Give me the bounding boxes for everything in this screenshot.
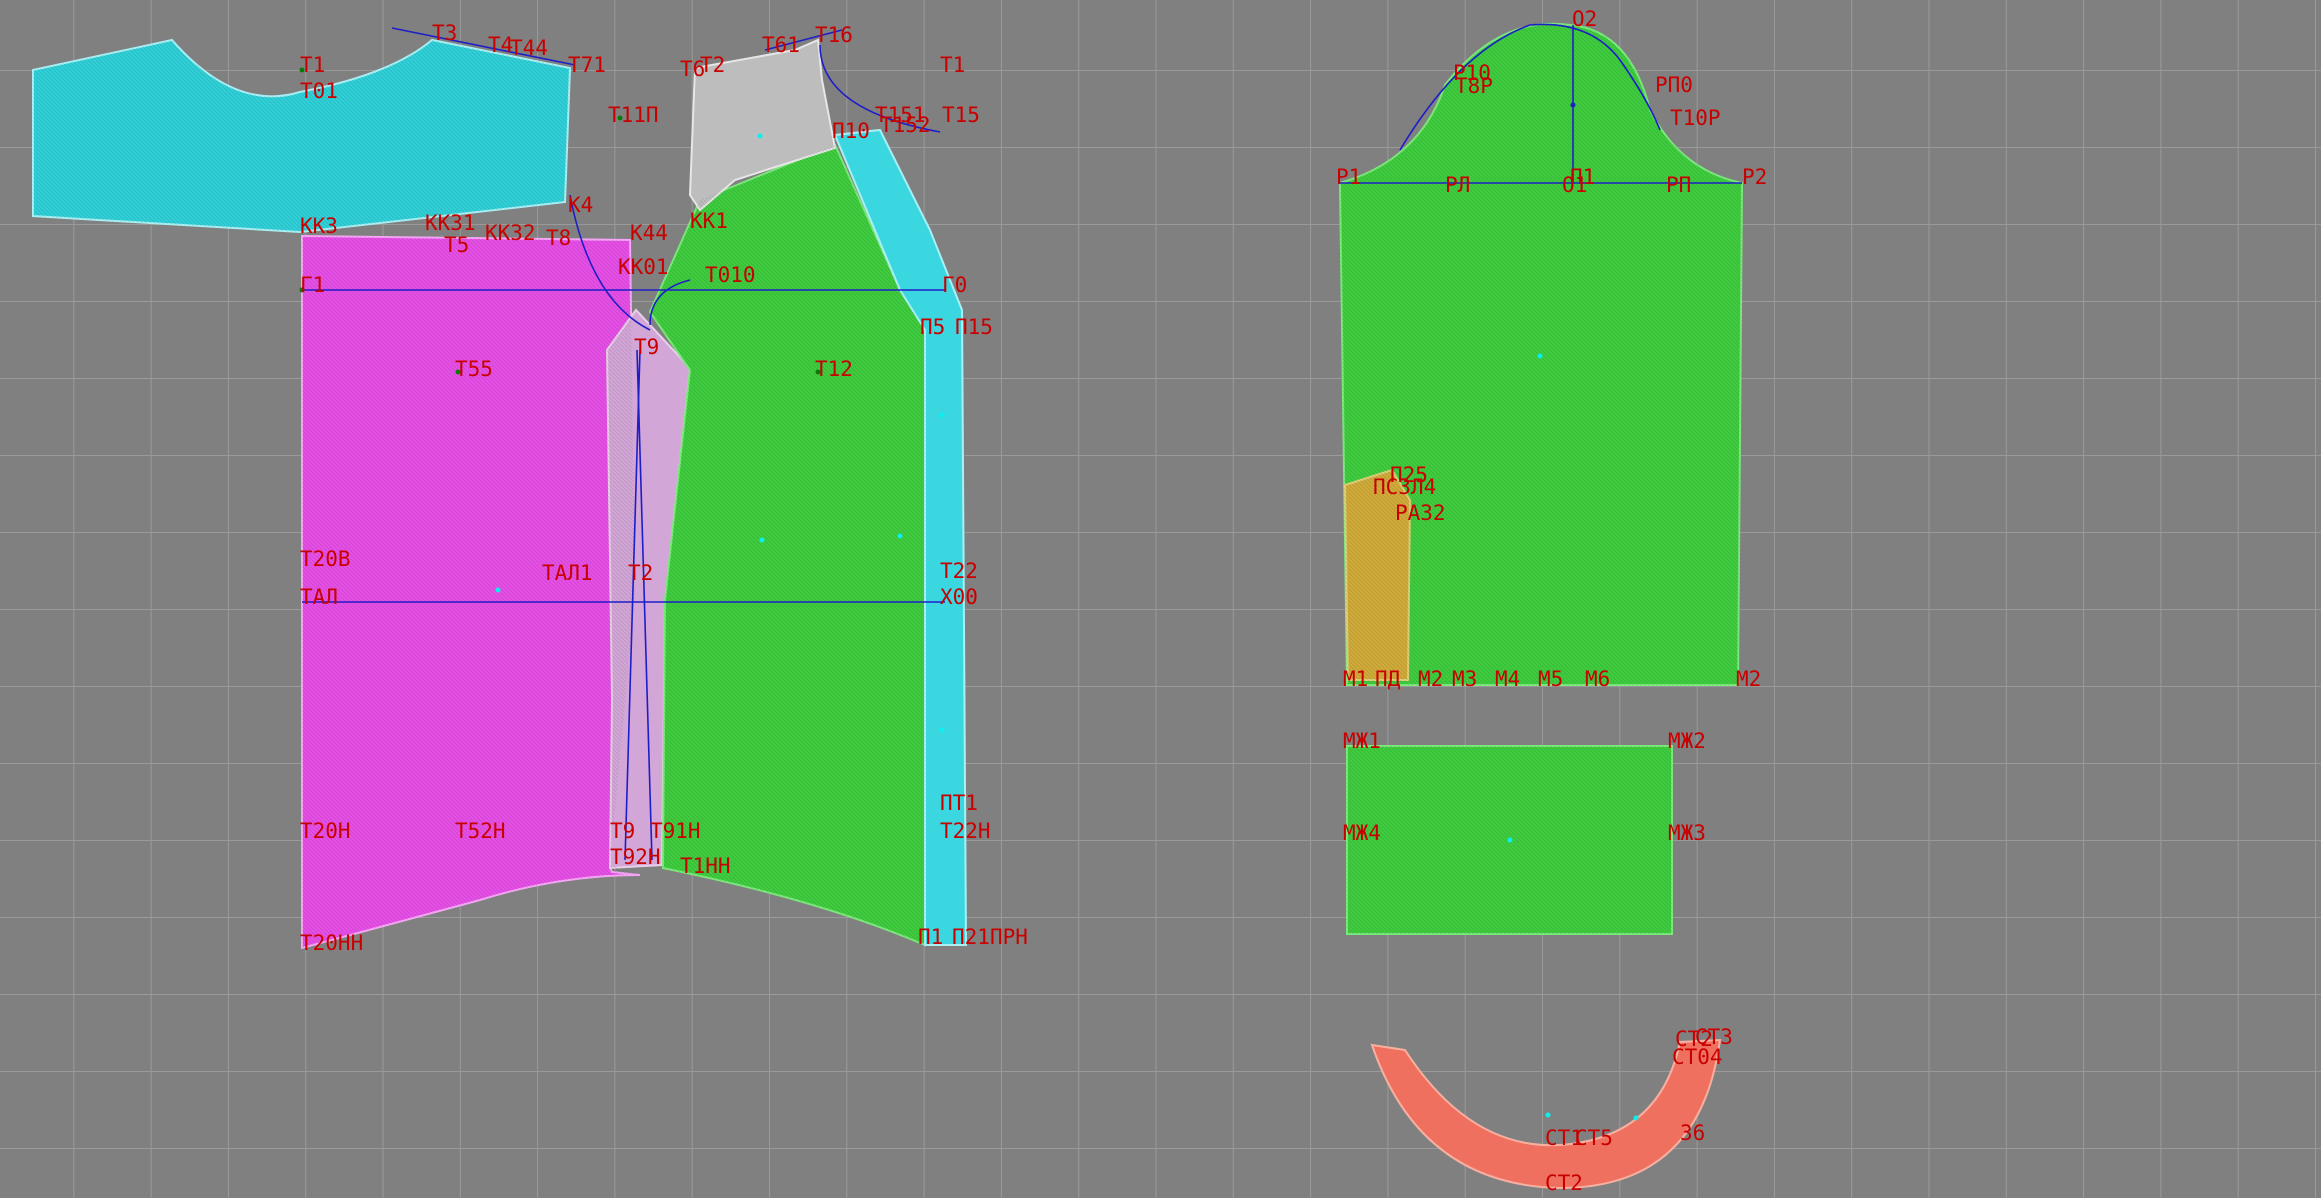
point-label: ТАЛ1 — [542, 561, 593, 585]
point-label: РП0 — [1655, 73, 1693, 97]
point-label: Т16 — [815, 23, 853, 47]
point-label: Т55 — [455, 357, 493, 381]
point-label: ПТ1 — [940, 791, 978, 815]
point-label: Т22 — [940, 559, 978, 583]
point-label: СТ1 — [1545, 1126, 1583, 1150]
point-label: РЛ — [1445, 173, 1470, 197]
point-label: КК31 — [425, 211, 476, 235]
point-label: 36 — [1680, 1121, 1705, 1145]
point-label: КК01 — [618, 255, 669, 279]
point-label: Т10Р — [1670, 106, 1721, 130]
point-label: МЖ2 — [1668, 729, 1706, 753]
point-label: Т9 — [610, 819, 635, 843]
point-label: П1 — [918, 925, 943, 949]
point — [495, 587, 501, 593]
point-label: Т8Р — [1455, 74, 1493, 98]
point-label: Т15 — [942, 103, 980, 127]
point-label: М2 — [1736, 667, 1761, 691]
point-label: Т2 — [700, 53, 725, 77]
point-label: О1 — [1562, 173, 1587, 197]
point-label: РП — [1666, 173, 1691, 197]
point-label: Т5 — [444, 233, 469, 257]
point-label: Т3 — [432, 21, 457, 45]
point-label: КК1 — [690, 209, 728, 233]
point-label: М5 — [1538, 667, 1563, 691]
point — [1545, 1112, 1551, 1118]
point — [757, 133, 763, 139]
point-label: Т4 — [488, 33, 513, 57]
point — [1570, 102, 1576, 108]
point-label: ПСЗЛ4 — [1373, 475, 1436, 499]
point — [1537, 353, 1543, 359]
point-label: П10 — [832, 119, 870, 143]
point-label: Т1 — [300, 53, 325, 77]
point — [939, 727, 945, 733]
pattern-canvas[interactable]: Т3 Т1 Т44 Т4 Т71 Т01 Т11П Т6 Т2 Т61 Т16 … — [0, 0, 2321, 1198]
point-label: Т20НН — [300, 931, 363, 955]
point-label: Т1НН — [680, 854, 731, 878]
point-label: ТАЛ — [300, 585, 338, 609]
point-label: МЖ4 — [1343, 821, 1381, 845]
point-label: Т52Н — [455, 819, 506, 843]
point-label: Т22Н — [940, 819, 991, 843]
point — [1633, 1115, 1639, 1121]
point-label: КК3 — [300, 214, 338, 238]
point-label: М6 — [1585, 667, 1610, 691]
point-label: М3 — [1452, 667, 1477, 691]
point-label: Т91Н — [650, 819, 701, 843]
point-label: Т1 — [940, 53, 965, 77]
point-label: ПРН — [990, 925, 1028, 949]
point-label: Т11П — [608, 103, 659, 127]
point-label: Г0 — [942, 273, 967, 297]
point-label: О2 — [1572, 7, 1597, 31]
point-label: М1 — [1343, 667, 1368, 691]
point-label: Т010 — [705, 263, 756, 287]
point-label: Т12 — [815, 357, 853, 381]
point-label: Т2 — [628, 561, 653, 585]
point — [1507, 837, 1513, 843]
point-label: М2 — [1418, 667, 1443, 691]
point-label: МЖ1 — [1343, 729, 1381, 753]
point-label: Р2 — [1742, 165, 1767, 189]
point-label: МЖ3 — [1668, 821, 1706, 845]
point-label: Р1 — [1336, 165, 1361, 189]
point-label: СТ2 — [1545, 1171, 1583, 1195]
point-label: РА32 — [1395, 501, 1446, 525]
point-label: Х00 — [940, 585, 978, 609]
point-label: КК32 — [485, 221, 536, 245]
point-label: М4 — [1495, 667, 1520, 691]
point-label: П15 — [955, 315, 993, 339]
point-label: П5 — [920, 315, 945, 339]
point-label: Т8 — [546, 226, 571, 250]
point-label: Т20Н — [300, 819, 351, 843]
point — [759, 537, 765, 543]
point-label: Т71 — [568, 53, 606, 77]
point-label: Т92Н — [610, 845, 661, 869]
point-label: Т44 — [510, 36, 548, 60]
point-label: ПД — [1375, 667, 1401, 691]
point-label: СТ04 — [1672, 1045, 1723, 1069]
point-label: Г1 — [300, 273, 325, 297]
point-label: Т01 — [300, 79, 338, 103]
point-label: К44 — [630, 221, 668, 245]
point-label: К4 — [568, 193, 593, 217]
point-label: Т9 — [634, 335, 659, 359]
point — [939, 412, 945, 418]
point — [897, 533, 903, 539]
point-label: Т61 — [762, 33, 800, 57]
point-label: Т152 — [880, 113, 931, 137]
point-label: Т20В — [300, 547, 351, 571]
point-label: П21 — [952, 925, 990, 949]
